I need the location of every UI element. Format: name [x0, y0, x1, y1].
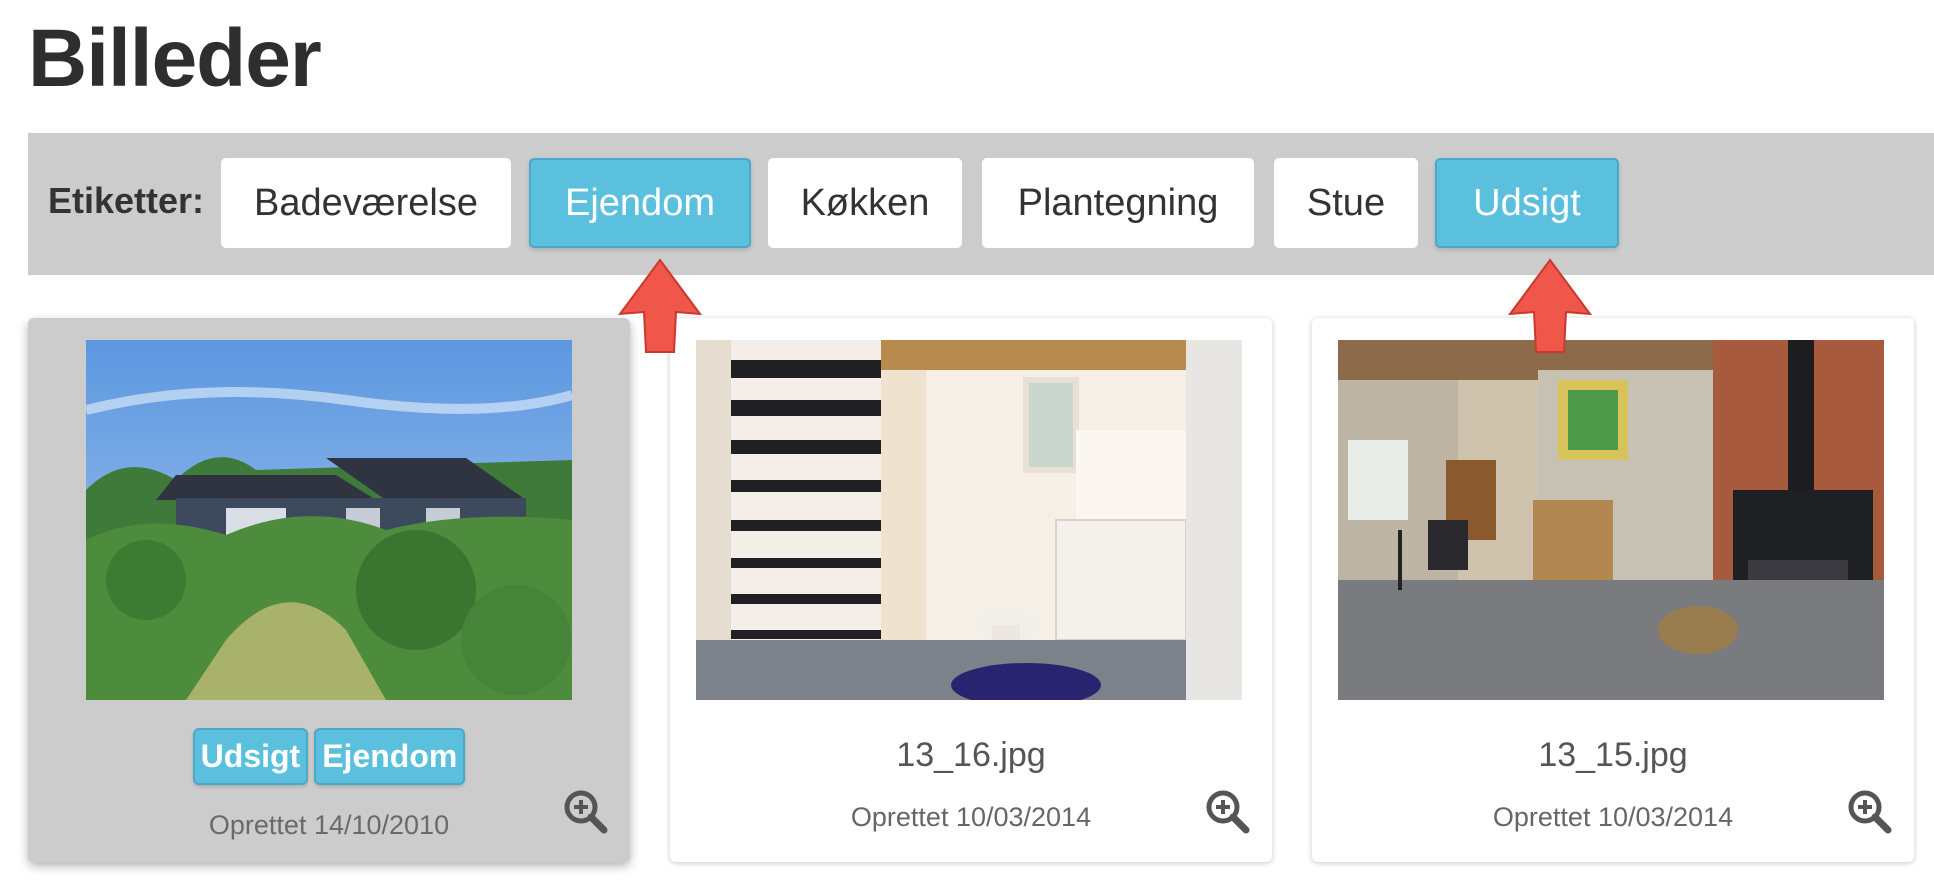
page-title: Billeder [28, 13, 322, 104]
card-created-date: Oprettet 14/10/2010 [208, 810, 450, 840]
tag-filter-kokken[interactable]: Køkken [768, 158, 962, 248]
card-tag-udsigt[interactable]: Udsigt [192, 728, 309, 785]
card-created-date: Oprettet 10/03/2014 [1492, 802, 1734, 832]
card-filename: 13_16.jpg [896, 736, 1046, 774]
card-created-date: Oprettet 10/03/2014 [850, 802, 1092, 832]
card-tags: Udsigt Ejendom [28, 728, 630, 785]
image-thumbnail-bathroom[interactable] [696, 340, 1242, 700]
image-card[interactable]: 13_16.jpg Oprettet 10/03/2014 [670, 318, 1272, 862]
image-card[interactable]: Udsigt Ejendom Oprettet 14/10/2010 [28, 318, 630, 862]
zoom-in-icon[interactable] [1846, 788, 1892, 834]
card-filename: 13_15.jpg [1538, 736, 1688, 774]
tag-filter-stue[interactable]: Stue [1274, 158, 1418, 248]
image-thumbnail-living-room[interactable] [1338, 340, 1884, 700]
tag-filter-ejendom[interactable]: Ejendom [529, 158, 751, 248]
tag-filter-bar: Etiketter: Badeværelse Ejendom Køkken Pl… [28, 133, 1934, 275]
tag-filter-udsigt[interactable]: Udsigt [1435, 158, 1619, 248]
image-card[interactable]: 13_15.jpg Oprettet 10/03/2014 [1312, 318, 1914, 862]
zoom-in-icon[interactable] [1204, 788, 1250, 834]
arrow-up-icon [1507, 258, 1593, 353]
tag-filter-badevaerelse[interactable]: Badeværelse [221, 158, 511, 248]
arrow-up-icon [617, 258, 703, 353]
tag-bar-label: Etiketter: [48, 180, 205, 221]
card-tag-ejendom[interactable]: Ejendom [314, 728, 466, 785]
zoom-in-icon[interactable] [562, 788, 608, 834]
tag-filter-plantegning[interactable]: Plantegning [982, 158, 1254, 248]
image-thumbnail-house[interactable] [86, 340, 572, 700]
